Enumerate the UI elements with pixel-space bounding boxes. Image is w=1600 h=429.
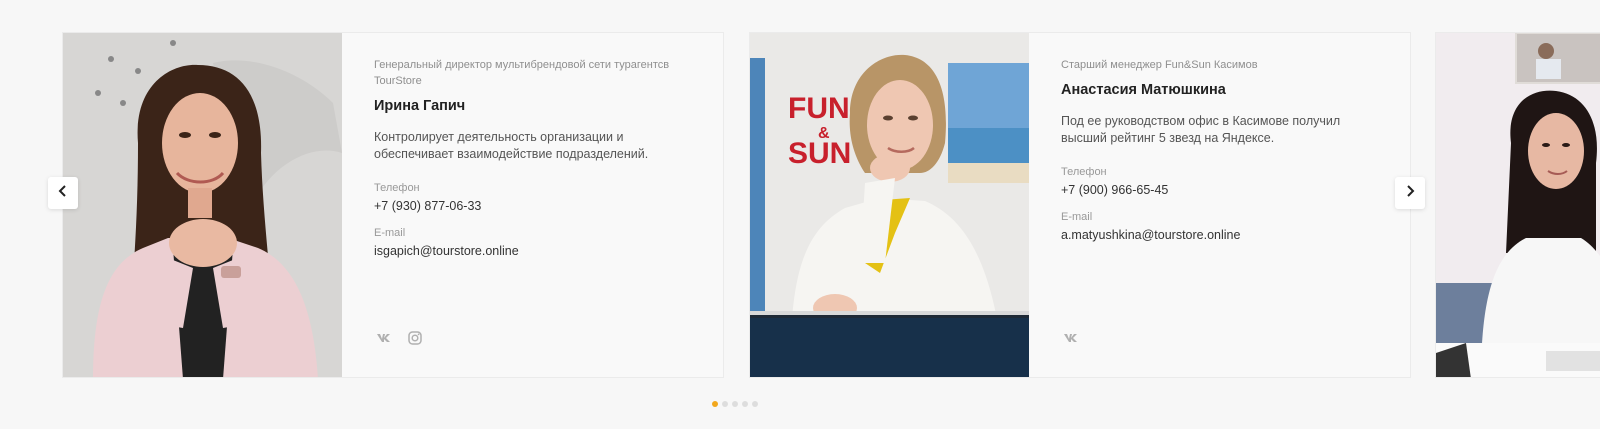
phone-value[interactable]: +7 (900) 966-65-45 — [1061, 182, 1382, 198]
email-value[interactable]: isgapich@tourstore.online — [374, 243, 695, 259]
chevron-right-icon — [1405, 184, 1415, 202]
pagination-dot[interactable] — [752, 401, 758, 407]
team-card: Генеральный директор мультибрендовой сет… — [62, 32, 724, 378]
next-slide-button[interactable] — [1395, 177, 1425, 209]
chevron-left-icon — [58, 184, 68, 202]
email-value[interactable]: a.matyushkina@tourstore.online — [1061, 227, 1382, 243]
person-name: Анастасия Матюшкина — [1061, 82, 1226, 98]
email-label: E-mail — [374, 227, 406, 239]
phone-label: Телефон — [1061, 166, 1107, 178]
prev-slide-button[interactable] — [48, 177, 78, 209]
pagination-dot[interactable] — [742, 401, 748, 407]
job-title: Генеральный директор мультибрендовой сет… — [374, 59, 670, 87]
team-card: FUN & SUN Старший менеджер Fun&Sun Касим… — [749, 32, 1411, 378]
pagination-dot[interactable] — [732, 401, 738, 407]
vk-icon[interactable] — [374, 329, 392, 347]
person-description: Контролирует деятельность организации и … — [374, 130, 649, 161]
person-photo: FUN & SUN — [750, 33, 1029, 377]
card-info: Генеральный директор мультибрендовой сет… — [374, 57, 695, 377]
person-description: Под ее руководством офис в Касимове полу… — [1061, 114, 1341, 145]
person-name: Ирина Гапич — [374, 98, 466, 114]
team-card — [1435, 32, 1600, 378]
social-links — [1061, 329, 1079, 347]
phone-value[interactable]: +7 (930) 877-06-33 — [374, 198, 695, 214]
card-info: Старший менеджер Fun&Sun Касимов Анастас… — [1061, 57, 1382, 377]
pagination-dot[interactable] — [722, 401, 728, 407]
person-photo — [1436, 33, 1600, 377]
team-carousel: Генеральный директор мультибрендовой сет… — [0, 0, 1600, 429]
job-title: Старший менеджер Fun&Sun Касимов — [1061, 59, 1258, 71]
person-photo — [63, 33, 342, 377]
sign-fun: FUN — [788, 92, 850, 125]
instagram-icon[interactable] — [406, 329, 424, 347]
sign-sun: SUN — [788, 137, 851, 170]
email-label: E-mail — [1061, 211, 1093, 223]
vk-icon[interactable] — [1061, 329, 1079, 347]
phone-label: Телефон — [374, 182, 420, 194]
pagination-dot[interactable] — [712, 401, 718, 407]
social-links — [374, 329, 424, 347]
carousel-pagination — [712, 401, 758, 407]
